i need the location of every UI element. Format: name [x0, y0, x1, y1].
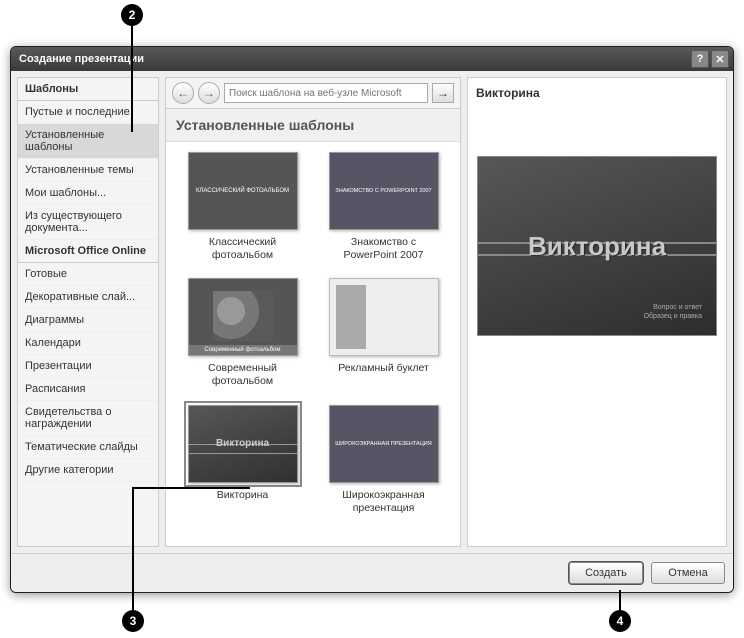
sidebar-item-other-categories[interactable]: Другие категории	[18, 459, 158, 482]
sidebar-item-my-templates[interactable]: Мои шаблоны...	[18, 182, 158, 205]
thumb-widescreen: ШИРОКОЭКРАННАЯ ПРЕЗЕНТАЦИЯ	[329, 405, 439, 483]
callout-3-line-v	[132, 488, 134, 610]
sidebar-item-decorative[interactable]: Декоративные слай...	[18, 286, 158, 309]
thumb-modern-album: Современный фотоальбом	[188, 278, 298, 356]
template-quiz[interactable]: Викторина Викторина	[172, 399, 313, 525]
preview-main-text: Викторина	[528, 231, 666, 262]
thumb-pp2007: ЗНАКОМСТВО С POWERPOINT 2007	[329, 152, 439, 230]
titlebar: Создание презентации ? ✕	[11, 47, 733, 71]
sidebar-item-certificates[interactable]: Свидетельства о награждении	[18, 401, 158, 436]
template-gallery[interactable]: КЛАССИЧЕСКИЙ ФОТОАЛЬБОМ Классический фот…	[166, 142, 460, 546]
thumb-label: Современный фотоальбом	[183, 362, 303, 388]
sidebar-item-blank-recent[interactable]: Пустые и последние	[18, 101, 158, 124]
sidebar-item-featured[interactable]: Готовые	[18, 263, 158, 286]
help-button[interactable]: ?	[691, 50, 709, 68]
template-widescreen[interactable]: ШИРОКОЭКРАННАЯ ПРЕЗЕНТАЦИЯ Широкоэкранна…	[313, 399, 454, 525]
callout-3: 3	[122, 610, 144, 632]
sidebar-item-presentations[interactable]: Презентации	[18, 355, 158, 378]
template-gallery-panel: ← → → Установленные шаблоны КЛАССИЧЕСКИЙ…	[165, 77, 461, 547]
sidebar-item-diagrams[interactable]: Диаграммы	[18, 309, 158, 332]
preview-panel: Викторина Викторина Вопрос и ответ Образ…	[467, 77, 727, 547]
preview-image: Викторина Вопрос и ответ Образец и правк…	[477, 156, 717, 336]
template-classic-album[interactable]: КЛАССИЧЕСКИЙ ФОТОАЛЬБОМ Классический фот…	[172, 146, 313, 272]
sidebar-item-theme-slides[interactable]: Тематические слайды	[18, 436, 158, 459]
sidebar-item-from-existing[interactable]: Из существующего документа...	[18, 205, 158, 240]
callout-2: 2	[121, 4, 143, 26]
search-input[interactable]	[224, 83, 428, 103]
thumb-quiz: Викторина	[188, 405, 298, 483]
nav-toolbar: ← → →	[166, 78, 460, 109]
callout-4-line	[619, 590, 621, 610]
thumb-label: Широкоэкранная презентация	[324, 489, 444, 515]
sidebar-item-calendars[interactable]: Календари	[18, 332, 158, 355]
search-go-button[interactable]: →	[432, 83, 454, 103]
thumb-label: Викторина	[217, 489, 268, 502]
thumb-classic-album: КЛАССИЧЕСКИЙ ФОТОАЛЬБОМ	[188, 152, 298, 230]
dialog-buttons: Создать Отмена	[11, 553, 733, 592]
sidebar-item-schedules[interactable]: Расписания	[18, 378, 158, 401]
thumb-label: Знакомство с PowerPoint 2007	[324, 236, 444, 262]
sidebar-item-installed-templates[interactable]: Установленные шаблоны	[18, 124, 158, 159]
sidebar: Шаблоны Пустые и последние Установленные…	[17, 77, 159, 547]
callout-3-line-h	[132, 487, 250, 489]
callout-4: 4	[609, 610, 631, 632]
sunflower-icon	[213, 291, 273, 341]
template-brochure[interactable]: Рекламный буклет	[313, 272, 454, 398]
preview-sub-text: Вопрос и ответ Образец и правка	[644, 303, 702, 321]
dialog-body: Шаблоны Пустые и последние Установленные…	[11, 71, 733, 553]
template-modern-album[interactable]: Современный фотоальбом Современный фотоа…	[172, 272, 313, 398]
gallery-heading: Установленные шаблоны	[166, 109, 460, 142]
close-button[interactable]: ✕	[711, 50, 729, 68]
new-presentation-dialog: Создание презентации ? ✕ Шаблоны Пустые …	[10, 46, 734, 593]
preview-title: Викторина	[476, 86, 718, 100]
nav-forward-button[interactable]: →	[198, 82, 220, 104]
nav-back-button[interactable]: ←	[172, 82, 194, 104]
sidebar-header-templates: Шаблоны	[18, 78, 158, 101]
callout-2-line	[131, 26, 133, 132]
thumb-brochure	[329, 278, 439, 356]
sidebar-item-installed-themes[interactable]: Установленные темы	[18, 159, 158, 182]
sidebar-header-office-online: Microsoft Office Online	[18, 240, 158, 263]
template-powerpoint-2007[interactable]: ЗНАКОМСТВО С POWERPOINT 2007 Знакомство …	[313, 146, 454, 272]
thumb-label: Рекламный буклет	[338, 362, 429, 375]
create-button[interactable]: Создать	[569, 562, 643, 584]
dialog-title: Создание презентации	[19, 53, 689, 65]
cancel-button[interactable]: Отмена	[651, 562, 725, 584]
thumb-label: Классический фотоальбом	[183, 236, 303, 262]
